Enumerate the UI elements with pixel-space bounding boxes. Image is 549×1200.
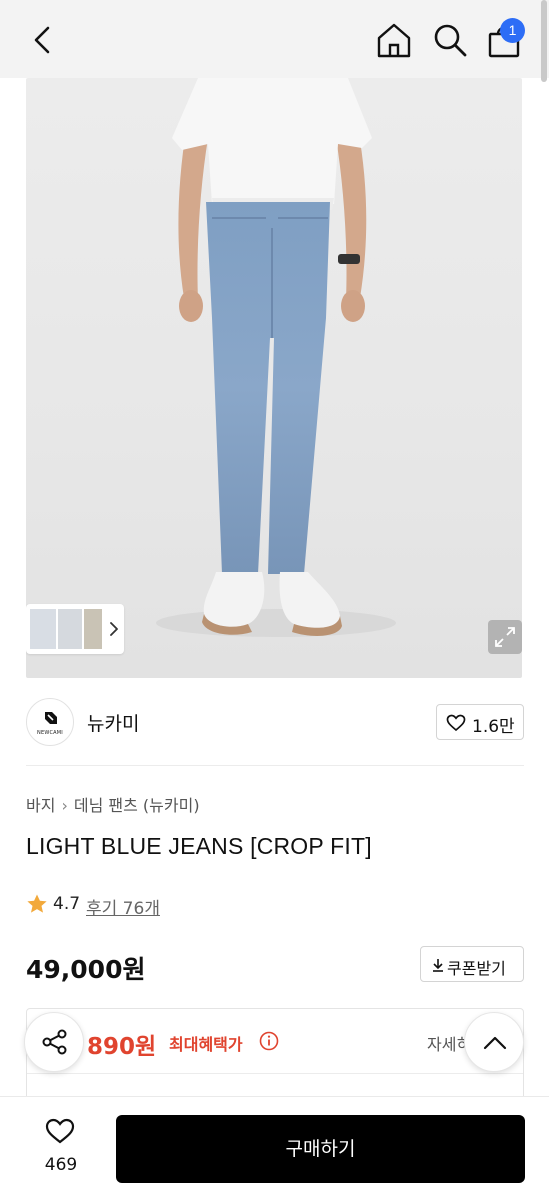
heart-icon <box>45 1118 75 1144</box>
breadcrumb: 바지 › 데님 팬츠 (뉴카미) <box>26 792 200 816</box>
brand-name[interactable]: 뉴카미 <box>87 709 139 736</box>
cart-count-badge: 1 <box>500 18 525 43</box>
divider <box>27 1073 523 1074</box>
chevron-right-icon: › <box>61 796 68 815</box>
product-photo <box>156 78 396 637</box>
star-icon <box>27 894 47 913</box>
heart-icon <box>446 714 466 732</box>
reviews-link[interactable]: 후기 76개 <box>86 894 160 919</box>
rating-score: 4.7 <box>53 894 81 914</box>
breadcrumb-item[interactable]: 바지 <box>26 796 55 815</box>
search-icon[interactable] <box>430 20 470 60</box>
bottom-action-bar: 469 구매하기 <box>0 1096 549 1200</box>
wishlist-button[interactable]: 469 <box>26 1117 96 1177</box>
divider <box>26 765 524 766</box>
wishlist-count: 469 <box>44 1155 78 1175</box>
product-price: 49,000원 <box>26 955 146 984</box>
download-icon <box>433 959 443 972</box>
thumbnail-image[interactable] <box>84 609 102 649</box>
max-benefit-label: 최대혜택가 <box>169 1035 243 1054</box>
chevron-right-icon[interactable] <box>108 620 120 638</box>
product-title: LIGHT BLUE JEANS [CROP FIT] <box>26 833 372 859</box>
thumbnail-strip[interactable] <box>26 604 124 654</box>
home-icon[interactable] <box>374 20 414 60</box>
top-bar: 1 <box>0 0 549 82</box>
info-icon[interactable] <box>259 1031 279 1051</box>
back-chevron-icon[interactable] <box>26 22 62 58</box>
scrollbar[interactable] <box>541 0 547 82</box>
product-image[interactable] <box>26 78 522 678</box>
chevron-up-icon <box>483 1036 507 1050</box>
brand-logo[interactable]: NEWCAMI <box>26 698 74 746</box>
max-benefit-price: 890원 <box>87 1034 157 1060</box>
thumbnail-image[interactable] <box>58 609 82 649</box>
share-icon <box>42 1029 67 1055</box>
coupon-label: 쿠폰받기 <box>447 959 506 978</box>
expand-image-button[interactable] <box>488 620 522 654</box>
coupon-download-button[interactable]: 쿠폰받기 <box>420 946 524 982</box>
brand-like-button[interactable]: 1.6만 <box>436 704 524 740</box>
buy-button[interactable]: 구매하기 <box>116 1115 525 1183</box>
share-button[interactable] <box>24 1012 84 1072</box>
brand-mark-icon <box>45 712 57 724</box>
brand-like-count: 1.6만 <box>472 717 515 737</box>
brand-row: NEWCAMI 뉴카미 1.6만 <box>26 696 524 750</box>
breadcrumb-item[interactable]: 데님 팬츠 (뉴카미) <box>74 796 200 815</box>
thumbnail-image[interactable] <box>30 609 56 649</box>
expand-icon <box>495 627 515 647</box>
brand-logo-text: NEWCAMI <box>37 730 63 736</box>
scroll-to-top-button[interactable] <box>464 1012 524 1072</box>
